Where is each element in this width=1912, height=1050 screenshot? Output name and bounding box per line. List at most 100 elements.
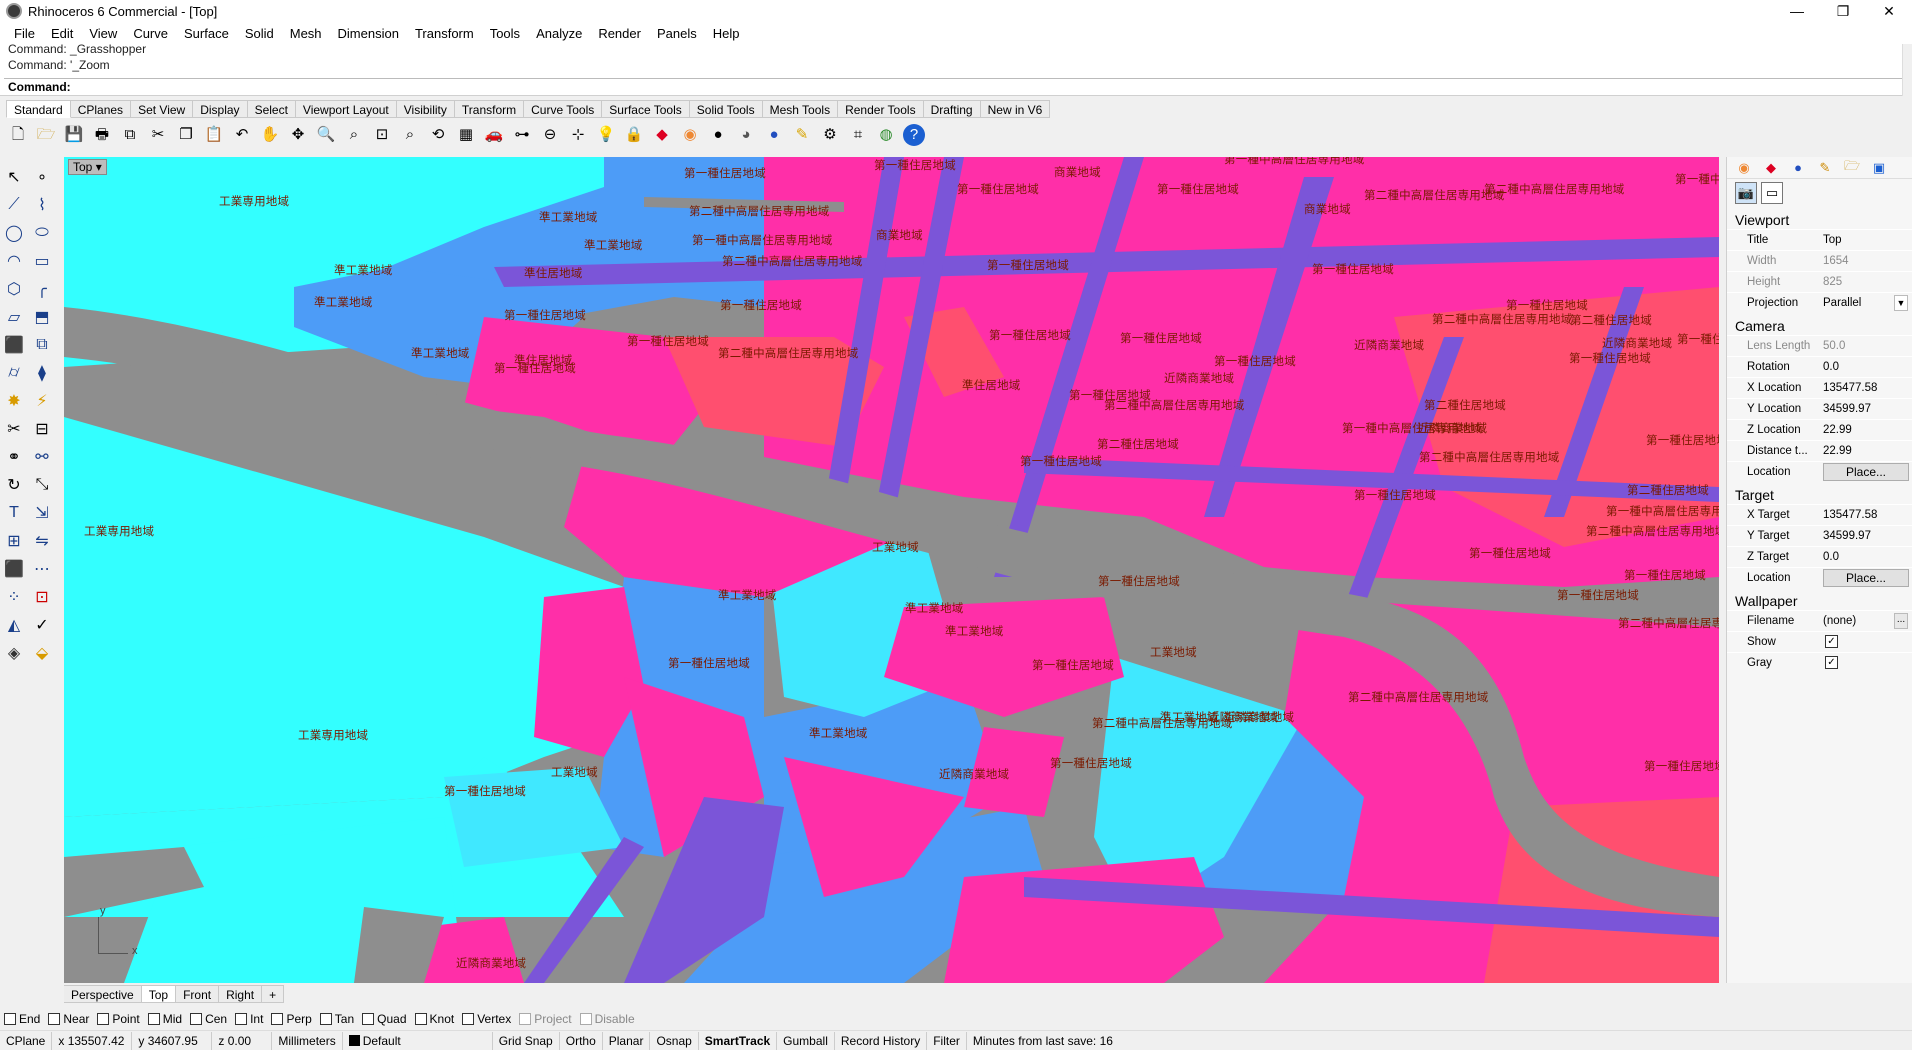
curve-icon[interactable]: ⌇ (30, 194, 54, 216)
polyline-icon[interactable]: ⟋ (2, 194, 26, 216)
tab-render-tools[interactable]: Render Tools (838, 100, 924, 118)
checkbox[interactable] (414, 1013, 427, 1025)
cylinder-icon[interactable]: ⌭ (2, 362, 26, 384)
material-icon[interactable]: ● (1787, 159, 1809, 177)
zoom-extents-icon[interactable]: ⊡ (371, 124, 393, 146)
osnap-quad[interactable]: Quad (362, 1012, 407, 1026)
pipe-icon[interactable]: ⧫ (30, 362, 54, 384)
checkbox[interactable] (147, 1013, 160, 1025)
checkbox[interactable] (579, 1013, 592, 1025)
osnap-tan[interactable]: Tan (319, 1012, 354, 1026)
tab-surface-tools[interactable]: Surface Tools (602, 100, 690, 118)
tab-front[interactable]: Front (176, 985, 220, 1003)
render-tool-icon[interactable]: ⬙ (30, 642, 54, 664)
target-place-button[interactable]: Place... (1823, 569, 1909, 587)
surface-icon[interactable]: ▱ (2, 306, 26, 328)
globe-icon[interactable]: ◍ (875, 124, 897, 146)
minimize-button[interactable]: — (1774, 0, 1820, 22)
fillet-icon[interactable]: ╭ (30, 278, 54, 300)
gear-icon[interactable]: ⚙ (819, 124, 841, 146)
osnap-mid[interactable]: Mid (147, 1012, 182, 1026)
browse-button[interactable]: ... (1894, 613, 1908, 629)
gray-checkbox[interactable]: ✓ (1825, 656, 1838, 669)
folder-icon[interactable]: 🗁 (1841, 158, 1863, 177)
prop-value[interactable]: (none) (1823, 615, 1856, 627)
color-icon[interactable]: ◉ (1733, 159, 1755, 177)
tab-mesh-tools[interactable]: Mesh Tools (762, 100, 839, 118)
menu-transform[interactable]: Transform (407, 26, 482, 41)
undo-icon[interactable]: ↶ (231, 124, 253, 146)
options-icon[interactable]: ✎ (791, 124, 813, 146)
tab-right[interactable]: Right (219, 985, 263, 1003)
scale-icon[interactable]: ⤡ (30, 474, 54, 496)
help-icon[interactable]: ? (903, 124, 925, 146)
car-icon[interactable]: 🚗 (483, 124, 505, 146)
menu-panels[interactable]: Panels (649, 26, 705, 41)
menu-surface[interactable]: Surface (176, 26, 237, 41)
prop-value[interactable]: 0.0 (1823, 551, 1839, 563)
tab-set-view[interactable]: Set View (131, 100, 194, 118)
point-icon[interactable]: ∘ (30, 166, 54, 188)
tab-top[interactable]: Top (141, 985, 177, 1003)
checkbox[interactable] (48, 1013, 61, 1025)
select-arrow-icon[interactable]: ↖ (2, 166, 26, 188)
osnap-cen[interactable]: Cen (190, 1012, 227, 1026)
light-icon[interactable]: 💡 (595, 124, 617, 146)
menu-analyze[interactable]: Analyze (528, 26, 590, 41)
display-icon[interactable]: ▣ (1868, 159, 1890, 177)
toggle-gumball[interactable]: Gumball (777, 1031, 835, 1050)
cplane-icon[interactable]: ⊖ (539, 124, 561, 146)
rotate-icon[interactable]: ↻ (2, 474, 26, 496)
tab-perspective[interactable]: Perspective (64, 985, 142, 1003)
dimension-icon[interactable]: ⇲ (30, 502, 54, 524)
grid-icon[interactable]: ▦ (455, 124, 477, 146)
arc-icon[interactable]: ◠ (2, 250, 26, 272)
join-icon[interactable]: ⚡ (30, 390, 54, 412)
tab-solid-tools[interactable]: Solid Tools (689, 100, 763, 118)
tab-viewport-layout[interactable]: Viewport Layout (295, 100, 397, 118)
osnap-point[interactable]: Point (97, 1012, 140, 1026)
solid-box-icon[interactable]: ⬛ (2, 558, 26, 580)
checkbox[interactable] (362, 1013, 375, 1025)
osnap-end[interactable]: End (4, 1012, 40, 1026)
import-icon[interactable]: ⧉ (119, 124, 141, 146)
menu-edit[interactable]: Edit (43, 26, 81, 41)
grid-array-icon[interactable]: ⁘ (2, 586, 26, 608)
projection-select[interactable]: Parallel (1823, 297, 1861, 309)
osnap-int[interactable]: Int (235, 1012, 263, 1026)
cplane-indicator[interactable]: CPlane (0, 1031, 53, 1050)
checkbox[interactable] (235, 1013, 248, 1025)
copy-icon[interactable]: ✂ (147, 124, 169, 146)
group-icon[interactable]: ⚭ (2, 446, 26, 468)
open-icon[interactable]: 🗁 (35, 124, 57, 146)
explode-icon[interactable]: ✸ (2, 390, 26, 412)
prop-value[interactable]: 135477.58 (1823, 509, 1877, 521)
box-icon[interactable]: ⬛ (2, 334, 26, 356)
viewport-icon[interactable]: ▭ (1761, 182, 1783, 204)
sphere-icon[interactable]: ● (763, 124, 785, 146)
show-checkbox[interactable]: ✓ (1825, 635, 1838, 648)
block-icon[interactable]: ⊡ (30, 586, 54, 608)
command-scrollbar[interactable] (1902, 44, 1912, 96)
prop-value[interactable]: 34599.97 (1823, 403, 1871, 415)
render-icon[interactable]: ◕ (735, 124, 757, 146)
text-icon[interactable]: T (2, 502, 26, 524)
menu-mesh[interactable]: Mesh (282, 26, 330, 41)
camera-place-button[interactable]: Place... (1823, 463, 1909, 481)
command-prompt[interactable]: Command: (4, 78, 1904, 95)
color-wheel-icon[interactable]: ◉ (679, 124, 701, 146)
menu-file[interactable]: File (6, 26, 43, 41)
tab-display[interactable]: Display (193, 100, 248, 118)
osnap-disable[interactable]: Disable (579, 1012, 635, 1026)
menu-curve[interactable]: Curve (125, 26, 176, 41)
render-icon[interactable]: ✎ (1814, 159, 1836, 177)
shade-icon[interactable]: ● (707, 124, 729, 146)
osnap-project[interactable]: Project (519, 1012, 572, 1026)
menu-dimension[interactable]: Dimension (330, 26, 407, 41)
tab-curve-tools[interactable]: Curve Tools (524, 100, 603, 118)
tab-new-in-v6[interactable]: New in V6 (980, 100, 1051, 118)
ungroup-icon[interactable]: ⚯ (30, 446, 54, 468)
prop-value[interactable]: 34599.97 (1823, 530, 1871, 542)
units-indicator[interactable]: Millimeters (272, 1031, 343, 1050)
snap-icon[interactable]: ⊹ (567, 124, 589, 146)
